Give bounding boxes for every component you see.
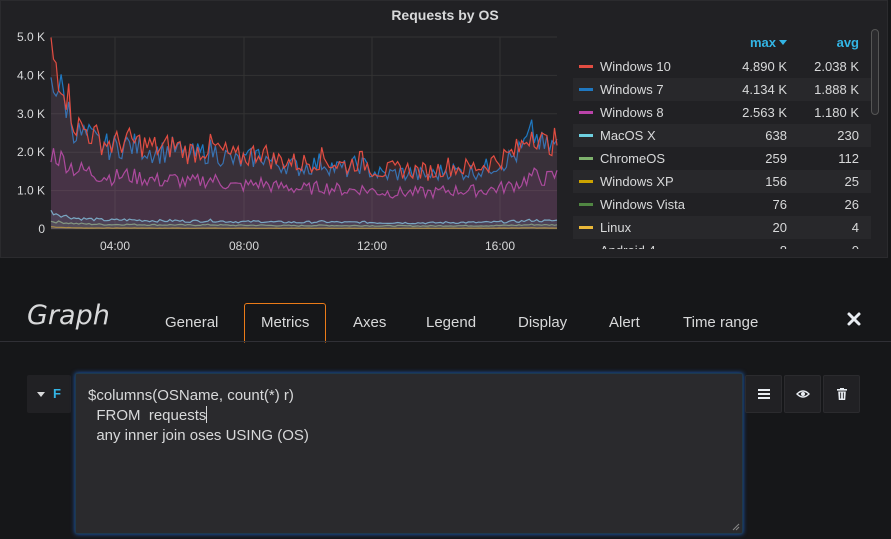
legend-row[interactable]: Windows Vista 76 26 bbox=[573, 193, 871, 216]
legend-row[interactable]: MacOS X 638 230 bbox=[573, 124, 871, 147]
query-line: $columns(OSName, count(*) r) bbox=[88, 387, 294, 404]
series-max-value: 2.563 K bbox=[742, 105, 787, 120]
hamburger-menu-icon bbox=[757, 389, 770, 399]
legend-row[interactable]: Windows XP 156 25 bbox=[573, 170, 871, 193]
query-line: any inner join oses USING (OS) bbox=[88, 427, 309, 444]
delete-query-button[interactable] bbox=[823, 375, 860, 413]
y-tick-label: 3.0 K bbox=[17, 107, 45, 121]
y-tick-label: 5.0 K bbox=[17, 30, 45, 44]
y-tick-label: 1.0 K bbox=[17, 184, 45, 198]
series-color-swatch[interactable] bbox=[579, 111, 593, 114]
series-name[interactable]: Android 4 bbox=[600, 243, 656, 249]
series-name[interactable]: ChromeOS bbox=[600, 151, 665, 166]
x-tick-label: 04:00 bbox=[100, 239, 130, 253]
tab-alert[interactable]: Alert bbox=[593, 303, 656, 342]
query-editor[interactable]: $columns(OSName, count(*) r) FROM reques… bbox=[75, 373, 743, 534]
series-name[interactable]: Windows XP bbox=[600, 174, 674, 189]
sort-desc-icon bbox=[779, 40, 787, 45]
series-name[interactable]: MacOS X bbox=[600, 128, 656, 143]
series-max-value: 638 bbox=[765, 128, 787, 143]
legend-table: max avg Windows 10 4.890 K 2.038 K Windows … bbox=[573, 31, 871, 249]
series-avg-value: 230 bbox=[837, 128, 859, 143]
series-color-swatch[interactable] bbox=[579, 203, 593, 206]
eye-icon bbox=[795, 390, 810, 398]
series-max-value: 4.890 K bbox=[742, 59, 787, 74]
legend-sort-avg[interactable]: avg bbox=[837, 35, 859, 50]
tabs-divider bbox=[0, 341, 891, 342]
x-tick-label: 12:00 bbox=[357, 239, 387, 253]
legend-header: max avg bbox=[573, 31, 871, 55]
series-avg-value: 0 bbox=[852, 243, 859, 249]
y-tick-label: 2.0 K bbox=[17, 145, 45, 159]
resize-grip-icon[interactable] bbox=[732, 523, 740, 531]
x-tick-label: 16:00 bbox=[485, 239, 515, 253]
series-color-swatch[interactable] bbox=[579, 180, 593, 183]
legend-row[interactable]: Android 4 8 0 bbox=[573, 239, 871, 249]
legend-sort-max[interactable]: max bbox=[750, 35, 787, 50]
legend-scrollbar[interactable] bbox=[871, 29, 879, 115]
tab-time-range[interactable]: Time range bbox=[667, 303, 774, 342]
series-name[interactable]: Linux bbox=[600, 220, 631, 235]
query-header[interactable]: F bbox=[27, 375, 71, 413]
series-avg-value: 2.038 K bbox=[814, 59, 859, 74]
series-avg-value: 1.180 K bbox=[814, 105, 859, 120]
y-tick-label: 4.0 K bbox=[17, 68, 45, 82]
series-name[interactable]: Windows 7 bbox=[600, 82, 664, 97]
query-menu-button[interactable] bbox=[745, 375, 782, 413]
editor-title: Graph bbox=[27, 300, 110, 331]
text-cursor bbox=[206, 406, 208, 423]
legend-row[interactable]: Windows 10 4.890 K 2.038 K bbox=[573, 55, 871, 78]
legend-row[interactable]: Linux 20 4 bbox=[573, 216, 871, 239]
tab-general[interactable]: General bbox=[149, 303, 234, 342]
toggle-visibility-button[interactable] bbox=[784, 375, 821, 413]
query-ref-id: F bbox=[53, 386, 61, 401]
series-avg-value: 4 bbox=[851, 220, 859, 235]
series-avg-value: 26 bbox=[844, 197, 859, 212]
series-max-value: 156 bbox=[765, 174, 787, 189]
requests-chart: 5.0 K 4.0 K 3.0 K 2.0 K 1.0 K 0 04:00 08:00 12:0… bbox=[17, 30, 558, 253]
series-max-value: 4.134 K bbox=[742, 82, 787, 97]
series-color-swatch[interactable] bbox=[579, 65, 593, 68]
tab-display[interactable]: Display bbox=[502, 303, 583, 342]
series-max-value: 20 bbox=[772, 220, 787, 235]
tab-legend[interactable]: Legend bbox=[410, 303, 492, 342]
tab-axes[interactable]: Axes bbox=[337, 303, 402, 342]
x-tick-label: 08:00 bbox=[229, 239, 259, 253]
series-max-value: 259 bbox=[765, 151, 787, 166]
query-line: FROM requests bbox=[88, 406, 208, 424]
series-color-swatch[interactable] bbox=[579, 226, 593, 229]
graph-panel: Requests by OS 5.0 K 4.0 K 3.0 K 2.0 K 1.0 K… bbox=[0, 0, 888, 258]
trash-icon bbox=[836, 388, 847, 400]
legend-row[interactable]: Windows 7 4.134 K 1.888 K bbox=[573, 78, 871, 101]
series-max-value: 76 bbox=[772, 197, 787, 212]
series-avg-value: 1.888 K bbox=[814, 82, 859, 97]
series-name[interactable]: Windows Vista bbox=[600, 197, 685, 212]
y-tick-label: 0 bbox=[38, 222, 45, 236]
series-avg-value: 112 bbox=[838, 151, 859, 166]
collapse-caret-icon[interactable] bbox=[37, 392, 45, 397]
series-color-swatch[interactable] bbox=[579, 134, 593, 137]
close-icon bbox=[847, 312, 861, 326]
close-editor-button[interactable] bbox=[846, 311, 862, 329]
tab-metrics[interactable]: Metrics bbox=[244, 303, 327, 343]
series-color-swatch[interactable] bbox=[579, 157, 593, 160]
series-name[interactable]: Windows 8 bbox=[600, 105, 664, 120]
series-max-value: 8 bbox=[780, 243, 787, 249]
series-color-swatch[interactable] bbox=[579, 88, 593, 91]
series-avg-value: 25 bbox=[844, 174, 859, 189]
legend-row[interactable]: ChromeOS 259 112 bbox=[573, 147, 871, 170]
series-name[interactable]: Windows 10 bbox=[600, 59, 671, 74]
legend-row[interactable]: Windows 8 2.563 K 1.180 K bbox=[573, 101, 871, 124]
